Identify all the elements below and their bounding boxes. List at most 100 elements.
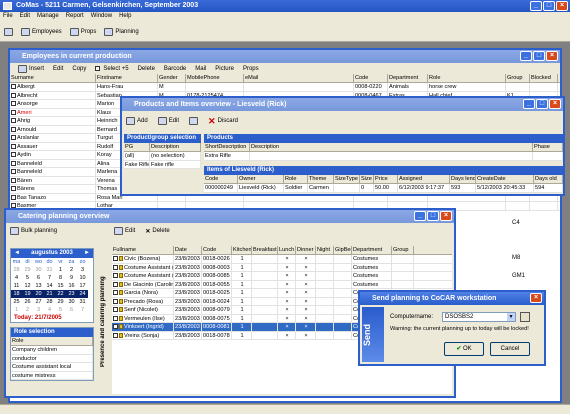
props-close-button[interactable]: × <box>549 99 561 109</box>
catering-column-header[interactable]: Fullname <box>112 246 174 254</box>
role-item[interactable]: conductor <box>11 354 93 363</box>
calendar-day[interactable]: 31 <box>77 298 88 306</box>
emp-edit-button[interactable]: Edit <box>53 66 63 72</box>
props-minimize-button[interactable]: _ <box>523 99 535 109</box>
calendar-day[interactable]: 29 <box>55 298 66 306</box>
calendar-day[interactable]: 22 <box>55 290 66 298</box>
col-blocked[interactable]: Blocked <box>530 74 558 82</box>
row-checkbox[interactable] <box>113 315 118 321</box>
calendar-day[interactable]: 1 <box>11 306 22 314</box>
emp-props-button[interactable]: Props <box>243 66 259 72</box>
barcode-scan-button[interactable] <box>189 117 199 125</box>
planning-button[interactable]: Planning <box>104 27 139 36</box>
row-checkbox[interactable] <box>11 109 16 115</box>
menu-file[interactable]: File <box>3 13 13 21</box>
col-gender[interactable]: Gender <box>158 74 186 82</box>
calendar-day[interactable]: 21 <box>44 290 55 298</box>
row-checkbox[interactable] <box>11 143 16 149</box>
calendar-day[interactable]: 10 <box>77 274 88 282</box>
calendar-day[interactable]: 5 <box>55 306 66 314</box>
calendar-day[interactable]: 16 <box>66 282 77 290</box>
row-checkbox[interactable] <box>11 152 16 158</box>
calendar-day[interactable]: 1 <box>55 266 66 274</box>
col-firstname[interactable]: Firstname <box>96 74 158 82</box>
row-checkbox[interactable] <box>11 126 16 132</box>
calendar-day[interactable]: 8 <box>55 274 66 282</box>
calendar-today[interactable]: Today: 21/7/2005 <box>11 314 93 322</box>
row-checkbox[interactable] <box>11 194 16 200</box>
calendar-day[interactable]: 7 <box>44 274 55 282</box>
calendar-day[interactable]: 27 <box>33 298 44 306</box>
calendar-day[interactable]: 6 <box>66 306 77 314</box>
add-button[interactable]: Add <box>126 117 148 125</box>
calendar-day[interactable]: 6 <box>33 274 44 282</box>
item-column-header[interactable]: CreateDate <box>476 175 534 183</box>
catering-row[interactable]: Costume Assistant (I) (2)23/8/20030008-0… <box>112 272 452 281</box>
dialog-close-button[interactable]: × <box>530 293 542 303</box>
row-checkbox[interactable] <box>113 290 118 296</box>
copy-button[interactable]: Copy <box>72 66 86 72</box>
row-checkbox[interactable] <box>113 273 118 279</box>
calendar-month[interactable]: augustus 2003 <box>31 249 73 258</box>
calendar-day[interactable]: 3 <box>33 306 44 314</box>
cat-close-button[interactable]: × <box>440 211 452 221</box>
props-button[interactable]: Props <box>69 27 96 36</box>
barcode-button[interactable]: Barcode <box>164 66 186 72</box>
col-surname[interactable]: Surname <box>10 74 96 82</box>
calendar-day[interactable]: 14 <box>44 282 55 290</box>
calendar-day[interactable]: 17 <box>77 282 88 290</box>
cat-delete-button[interactable]: ✕ Delete <box>145 228 169 235</box>
catering-row[interactable]: Civic (Bozena) 23/8/2003 0018-0026 1 × × Costu… <box>112 255 452 264</box>
item-column-header[interactable]: Size <box>360 175 374 183</box>
calendar-day[interactable]: 30 <box>33 266 44 274</box>
row-checkbox[interactable] <box>113 324 118 330</box>
row-checkbox[interactable] <box>11 177 16 183</box>
menu-report[interactable]: Report <box>66 13 84 21</box>
minimize-button[interactable]: _ <box>530 1 542 11</box>
calendar-day[interactable]: 3 <box>77 266 88 274</box>
catering-column-header[interactable]: Breakfast <box>252 246 278 254</box>
col-group[interactable]: Group <box>506 74 530 82</box>
employees-button[interactable]: Employees <box>21 27 62 36</box>
close-button[interactable]: × <box>556 1 568 11</box>
role-item[interactable]: Costume assistant local <box>11 363 93 372</box>
calendar-day[interactable]: 31 <box>44 266 55 274</box>
calendar-day[interactable]: 25 <box>11 298 22 306</box>
catering-column-header[interactable]: Dinner <box>296 246 316 254</box>
catering-column-header[interactable]: Group <box>392 246 414 254</box>
calendar-day[interactable]: 15 <box>55 282 66 290</box>
item-column-header[interactable]: Price <box>374 175 398 183</box>
emp-delete-button[interactable]: Delete <box>138 66 155 72</box>
calendar-day[interactable]: 19 <box>22 290 33 298</box>
product-row[interactable]: Extra Rifle <box>204 152 563 161</box>
calendar-day[interactable]: 18 <box>11 290 22 298</box>
cancel-button[interactable]: Cancel <box>490 342 530 356</box>
item-column-header[interactable]: Role <box>284 175 308 183</box>
menu-window[interactable]: Window <box>91 13 112 21</box>
catering-column-header[interactable]: GipBer <box>334 246 352 254</box>
item-column-header[interactable]: Days lend <box>450 175 476 183</box>
cat-minimize-button[interactable]: _ <box>414 211 426 221</box>
row-checkbox[interactable] <box>113 264 118 270</box>
row-checkbox[interactable] <box>113 332 118 338</box>
calendar-day[interactable]: 24 <box>77 290 88 298</box>
calendar-day[interactable]: 5 <box>22 274 33 282</box>
row-checkbox[interactable] <box>11 186 16 192</box>
catering-column-header[interactable]: Kitchen <box>232 246 252 254</box>
role-item[interactable]: Company children <box>11 346 93 355</box>
catering-column-header[interactable]: Code <box>202 246 232 254</box>
ok-button[interactable]: ✔ OK <box>444 342 484 356</box>
row-checkbox[interactable] <box>11 84 16 90</box>
catering-column-header[interactable]: Night <box>316 246 334 254</box>
calendar-day[interactable]: 9 <box>66 274 77 282</box>
row-checkbox[interactable] <box>113 281 118 287</box>
select-button[interactable]: Select +5 <box>95 66 129 72</box>
row-checkbox[interactable] <box>11 101 16 107</box>
cat-maximize-button[interactable]: □ <box>427 211 439 221</box>
props-edit-button[interactable]: Edit <box>157 117 179 125</box>
insert-button[interactable]: Insert <box>18 64 44 73</box>
col-role[interactable]: Role <box>428 74 506 82</box>
col-email[interactable]: eMail <box>244 74 354 82</box>
calendar-day[interactable]: 4 <box>44 306 55 314</box>
catering-column-header[interactable]: Lunch <box>278 246 296 254</box>
